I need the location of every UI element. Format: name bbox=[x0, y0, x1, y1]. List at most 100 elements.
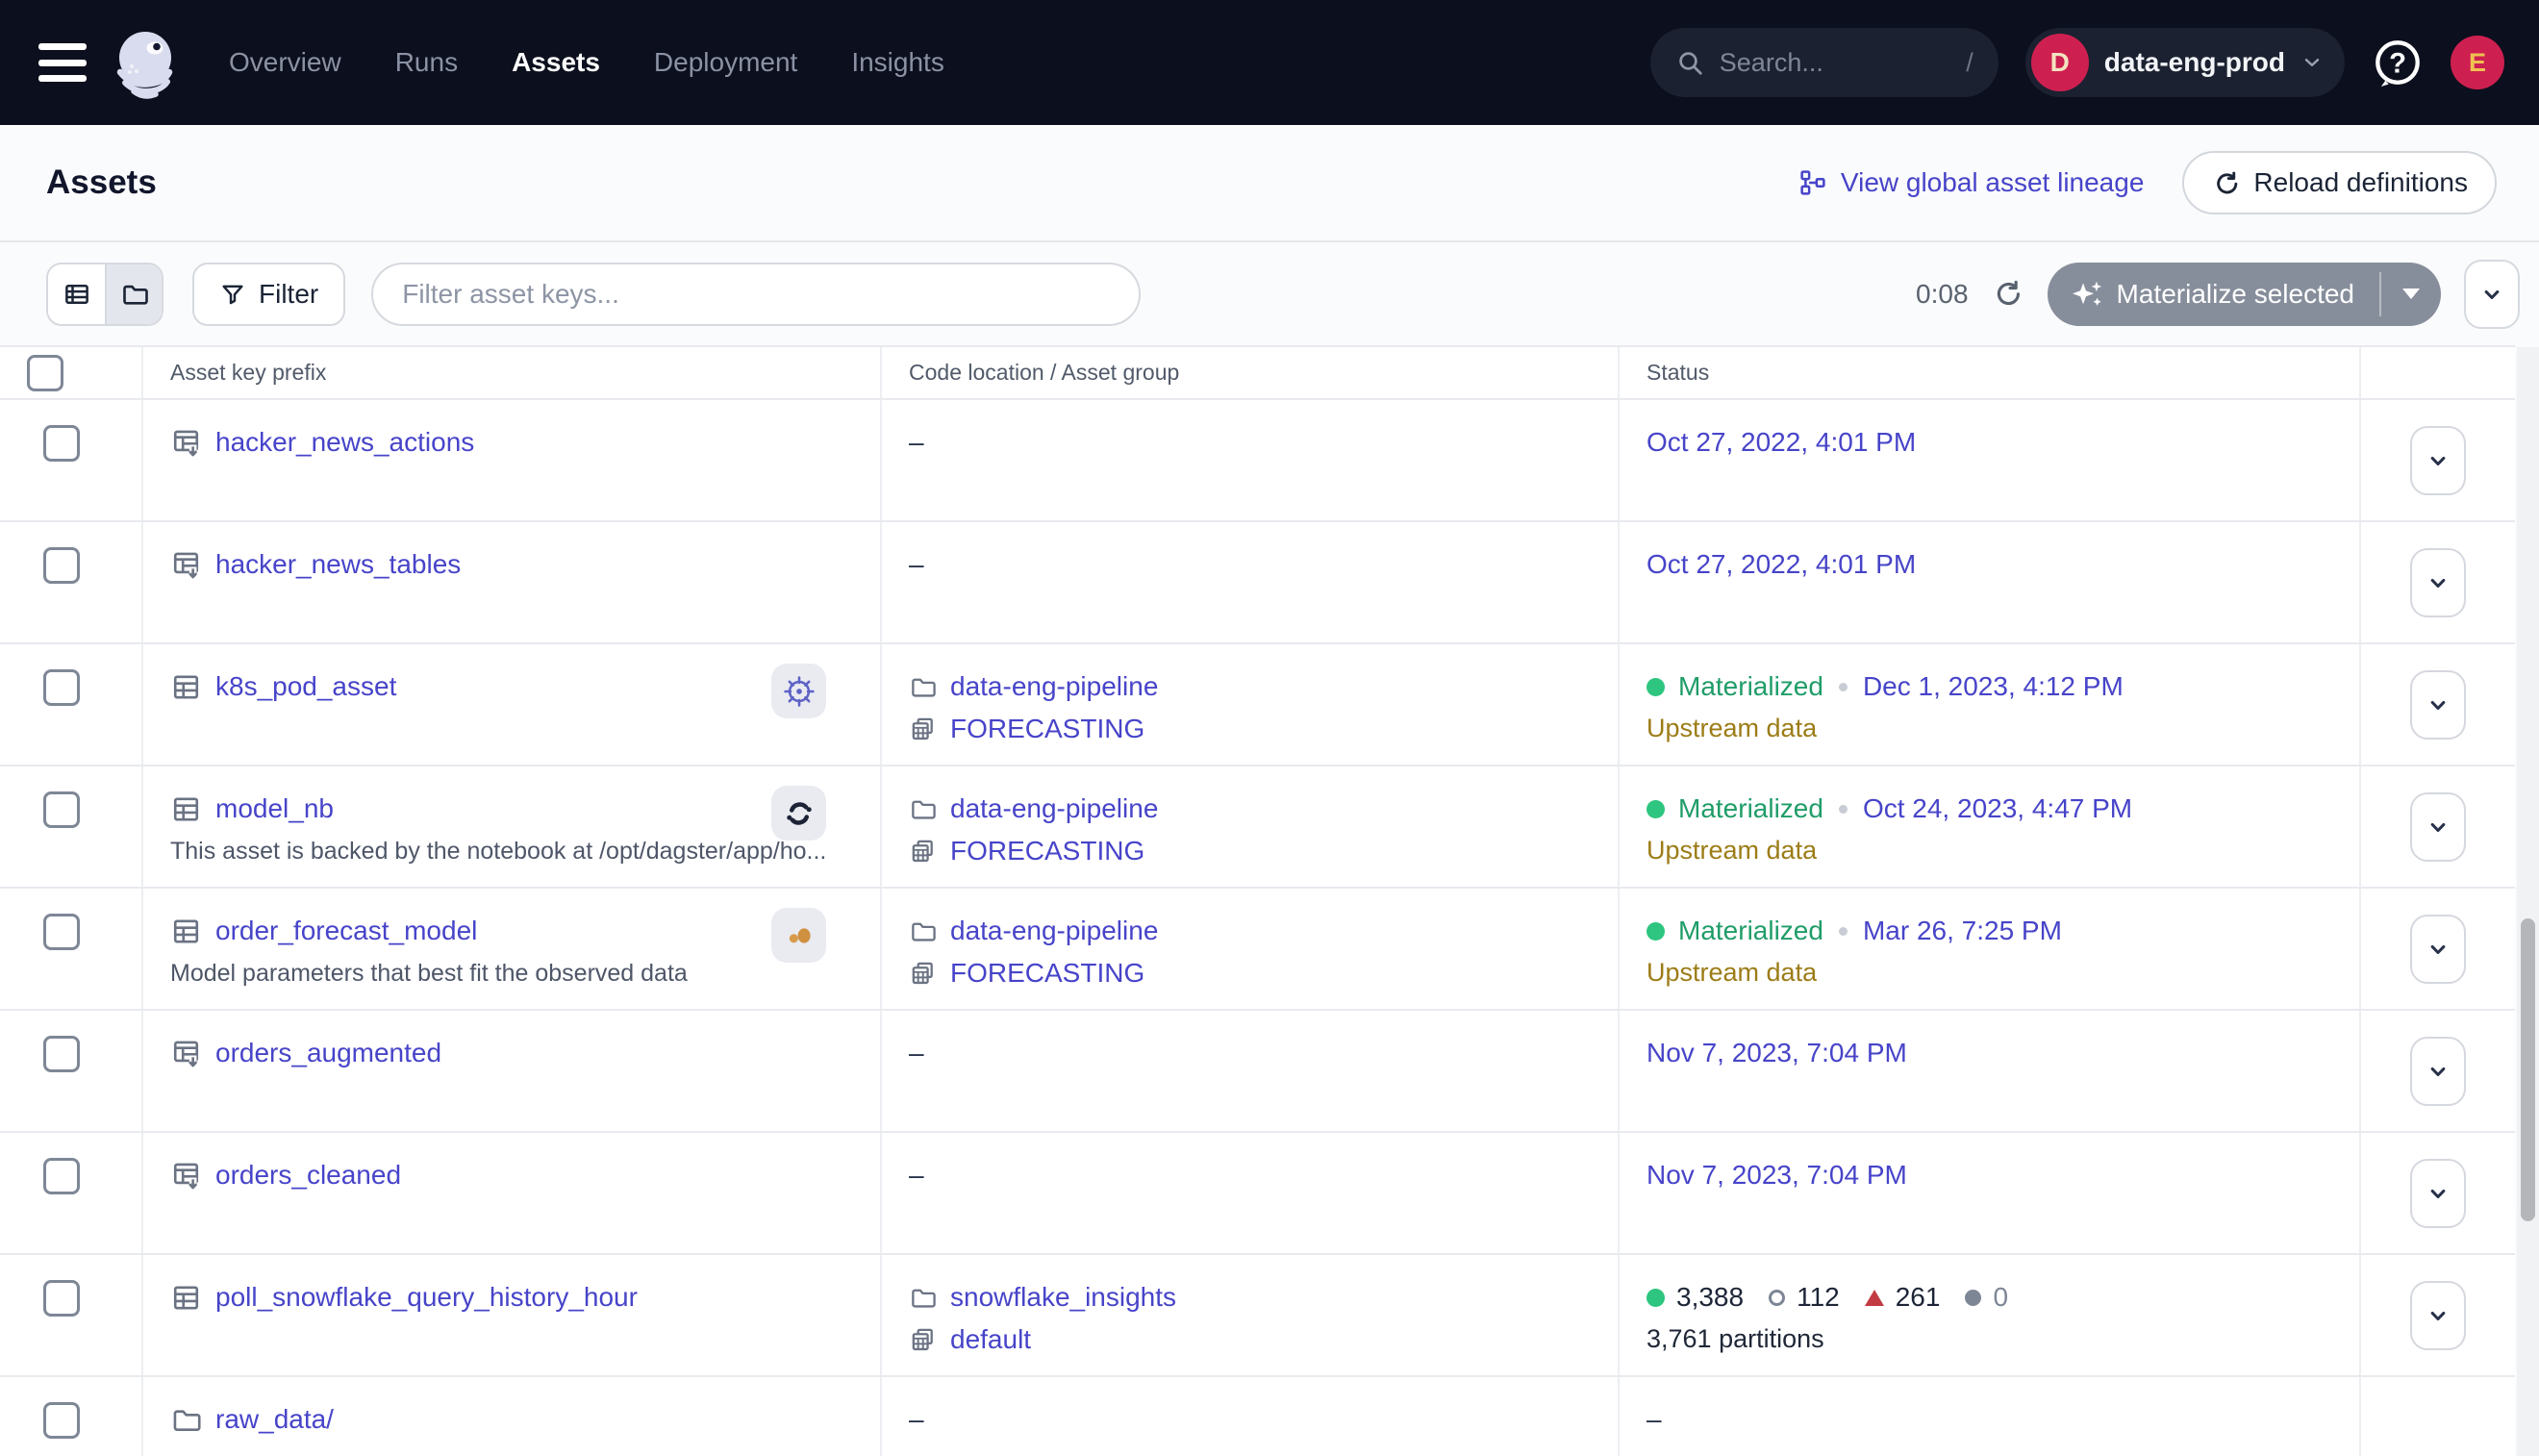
assets-table: Asset key prefix Code location / Asset g… bbox=[0, 345, 2515, 1456]
filter-asset-keys-input[interactable] bbox=[371, 263, 1141, 326]
asset-key-link[interactable]: hacker_news_actions bbox=[215, 427, 474, 458]
help-button[interactable]: ? bbox=[2372, 37, 2424, 88]
materialize-selected-button[interactable]: Materialize selected bbox=[2048, 263, 2441, 326]
partition-count: 261 bbox=[1865, 1282, 1941, 1313]
table-header-row: Asset key prefix Code location / Asset g… bbox=[0, 347, 2515, 400]
asset-key-link[interactable]: order_forecast_model bbox=[215, 916, 477, 946]
row-checkbox[interactable] bbox=[43, 547, 80, 584]
materialized-label: Materialized bbox=[1678, 793, 1823, 824]
filter-button[interactable]: Filter bbox=[192, 263, 345, 326]
materialization-date-link[interactable]: Oct 27, 2022, 4:01 PM bbox=[1647, 549, 1916, 580]
refresh-button[interactable] bbox=[1990, 277, 2024, 312]
materialization-date-link[interactable]: Mar 26, 7:25 PM bbox=[1863, 916, 2062, 946]
asset-key-link[interactable]: poll_snowflake_query_history_hour bbox=[215, 1282, 638, 1313]
noteable-badge-icon bbox=[771, 786, 826, 841]
empty-value: – bbox=[909, 547, 1618, 582]
table-row: hacker_news_tables – Oct 27, 2022, 4:01 … bbox=[0, 522, 2515, 644]
materialization-date-link[interactable]: Oct 27, 2022, 4:01 PM bbox=[1647, 427, 1916, 458]
code-location-link[interactable]: data-eng-pipeline bbox=[950, 916, 1158, 946]
table-row: orders_cleaned – Nov 7, 2023, 7:04 PM bbox=[0, 1133, 2515, 1255]
code-location-link[interactable]: data-eng-pipeline bbox=[950, 793, 1158, 824]
upstream-data-label: Upstream data bbox=[1647, 958, 2359, 988]
partition-count-value: 3,388 bbox=[1676, 1282, 1744, 1313]
select-all-checkbox[interactable] bbox=[27, 355, 63, 391]
menu-button[interactable] bbox=[38, 41, 88, 84]
asset-group-link[interactable]: FORECASTING bbox=[950, 714, 1144, 744]
row-checkbox[interactable] bbox=[43, 1036, 80, 1072]
asset-key-link[interactable]: k8s_pod_asset bbox=[215, 671, 396, 702]
materialized-dot-icon bbox=[1647, 678, 1665, 696]
lineage-icon bbox=[1798, 168, 1827, 197]
empty-value: – bbox=[1647, 1402, 2359, 1437]
materialization-date-link[interactable]: Oct 24, 2023, 4:47 PM bbox=[1863, 793, 2132, 824]
row-expand-button[interactable] bbox=[2410, 792, 2466, 862]
row-expand-button[interactable] bbox=[2410, 1159, 2466, 1228]
materialization-date-link[interactable]: Dec 1, 2023, 4:12 PM bbox=[1863, 671, 2124, 702]
table-arrow-icon bbox=[170, 427, 202, 459]
asset-key-link[interactable]: orders_augmented bbox=[215, 1038, 441, 1068]
scrollbar-thumb[interactable] bbox=[2521, 918, 2535, 1221]
nav-item-overview[interactable]: Overview bbox=[229, 47, 341, 78]
help-icon: ? bbox=[2372, 37, 2424, 88]
asset-group-link[interactable]: default bbox=[950, 1324, 1031, 1355]
row-expand-button[interactable] bbox=[2410, 1037, 2466, 1106]
chevron-down-icon bbox=[2425, 569, 2451, 596]
materialized-dot-icon bbox=[1647, 800, 1665, 818]
row-expand-button[interactable] bbox=[2410, 915, 2466, 984]
row-checkbox[interactable] bbox=[43, 425, 80, 462]
materialize-dropdown-button[interactable] bbox=[2381, 263, 2441, 326]
nav-item-insights[interactable]: Insights bbox=[851, 47, 944, 78]
folder-icon bbox=[120, 280, 149, 309]
octopus-icon bbox=[106, 23, 185, 102]
asset-key-link[interactable]: model_nb bbox=[215, 793, 334, 824]
refresh-icon bbox=[1991, 277, 2023, 309]
scrollbar-track[interactable] bbox=[2517, 347, 2539, 1456]
nav-item-assets[interactable]: Assets bbox=[512, 47, 600, 78]
view-global-asset-lineage-link[interactable]: View global asset lineage bbox=[1798, 167, 2144, 198]
partition-count-value: 112 bbox=[1797, 1282, 1840, 1313]
row-expand-button[interactable] bbox=[2410, 1281, 2466, 1350]
workspace-switcher[interactable]: D data-eng-prod bbox=[2025, 28, 2345, 97]
search-input[interactable]: Search... / bbox=[1650, 28, 1999, 97]
asset-group-icon bbox=[909, 838, 937, 866]
empty-value: – bbox=[909, 1158, 1618, 1192]
row-checkbox[interactable] bbox=[43, 1280, 80, 1317]
row-checkbox[interactable] bbox=[43, 791, 80, 828]
list-view-button[interactable] bbox=[48, 264, 105, 324]
row-checkbox[interactable] bbox=[43, 1158, 80, 1194]
asset-key-link[interactable]: raw_data/ bbox=[215, 1404, 334, 1435]
asset-description: This asset is backed by the notebook at … bbox=[170, 838, 853, 866]
row-expand-button[interactable] bbox=[2410, 548, 2466, 617]
page-header: Assets View global asset lineage Reload … bbox=[0, 125, 2539, 242]
asset-key-link[interactable]: hacker_news_tables bbox=[215, 549, 461, 580]
materialized-label: Materialized bbox=[1678, 916, 1823, 946]
folder-view-button[interactable] bbox=[105, 264, 162, 324]
nav-item-deployment[interactable]: Deployment bbox=[654, 47, 797, 78]
asset-group-link[interactable]: FORECASTING bbox=[950, 958, 1144, 989]
asset-key-link[interactable]: orders_cleaned bbox=[215, 1160, 401, 1191]
nav-item-runs[interactable]: Runs bbox=[395, 47, 458, 78]
partition-count: 3,388 bbox=[1647, 1282, 1744, 1313]
asset-group-link[interactable]: FORECASTING bbox=[950, 836, 1144, 866]
chevron-down-icon bbox=[2425, 1302, 2451, 1329]
row-expand-button[interactable] bbox=[2410, 670, 2466, 740]
user-avatar[interactable]: E bbox=[2451, 36, 2504, 89]
code-location-link[interactable]: snowflake_insights bbox=[950, 1282, 1176, 1313]
row-checkbox[interactable] bbox=[43, 1402, 80, 1439]
chevron-down-icon bbox=[2478, 281, 2505, 308]
materialization-date-link[interactable]: Nov 7, 2023, 7:04 PM bbox=[1647, 1160, 1907, 1191]
folder-icon bbox=[909, 917, 937, 945]
row-expand-button[interactable] bbox=[2410, 426, 2466, 495]
chevron-down-icon bbox=[2300, 51, 2324, 74]
table-icon bbox=[170, 916, 202, 947]
materialized-dot-icon bbox=[1647, 922, 1665, 941]
materialization-date-link[interactable]: Nov 7, 2023, 7:04 PM bbox=[1647, 1038, 1907, 1068]
row-checkbox[interactable] bbox=[43, 669, 80, 706]
code-location-link[interactable]: data-eng-pipeline bbox=[950, 671, 1158, 702]
chevron-down-icon bbox=[2425, 936, 2451, 963]
reload-definitions-button[interactable]: Reload definitions bbox=[2182, 151, 2497, 214]
row-checkbox[interactable] bbox=[43, 914, 80, 950]
chevron-down-icon bbox=[2425, 1058, 2451, 1085]
toggle-groups-button[interactable] bbox=[2464, 260, 2520, 329]
column-header-code-location: Code location / Asset group bbox=[882, 347, 1620, 398]
